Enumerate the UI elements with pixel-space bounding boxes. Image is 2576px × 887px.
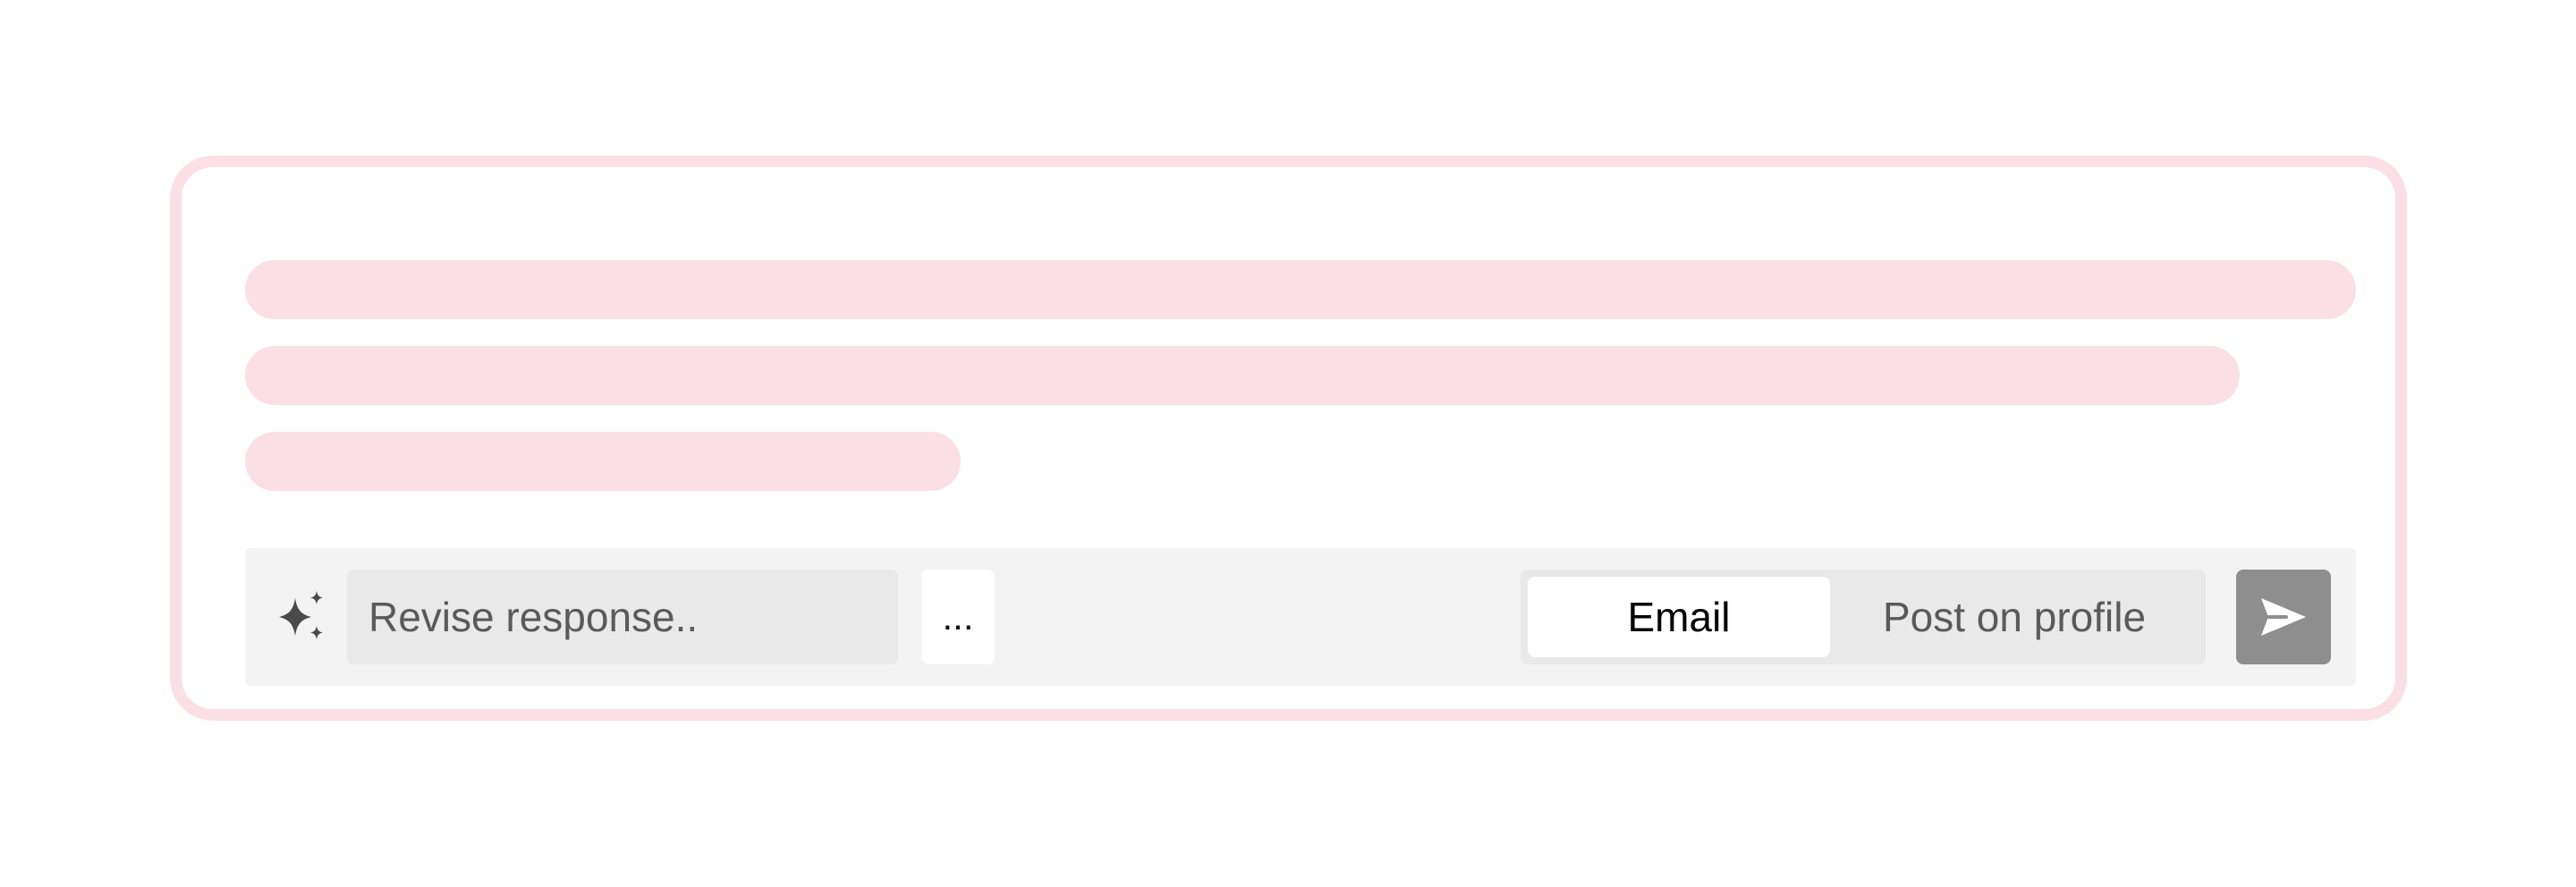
channel-toggle: Email Post on profile: [1521, 570, 2206, 664]
send-button[interactable]: [2236, 570, 2331, 664]
response-placeholder-line: [245, 346, 2240, 405]
response-placeholder-line: [245, 260, 2356, 319]
compose-toolbar: ... Email Post on profile: [245, 548, 2356, 686]
response-card: ... Email Post on profile: [170, 156, 2407, 721]
revise-response-input[interactable]: [347, 570, 898, 664]
channel-option-email[interactable]: Email: [1528, 577, 1830, 657]
sparkle-icon: [279, 591, 323, 639]
channel-option-post-on-profile[interactable]: Post on profile: [1830, 577, 2199, 657]
send-icon: [2261, 598, 2306, 636]
more-options-button[interactable]: ...: [921, 570, 995, 664]
response-placeholder-line: [245, 432, 961, 491]
